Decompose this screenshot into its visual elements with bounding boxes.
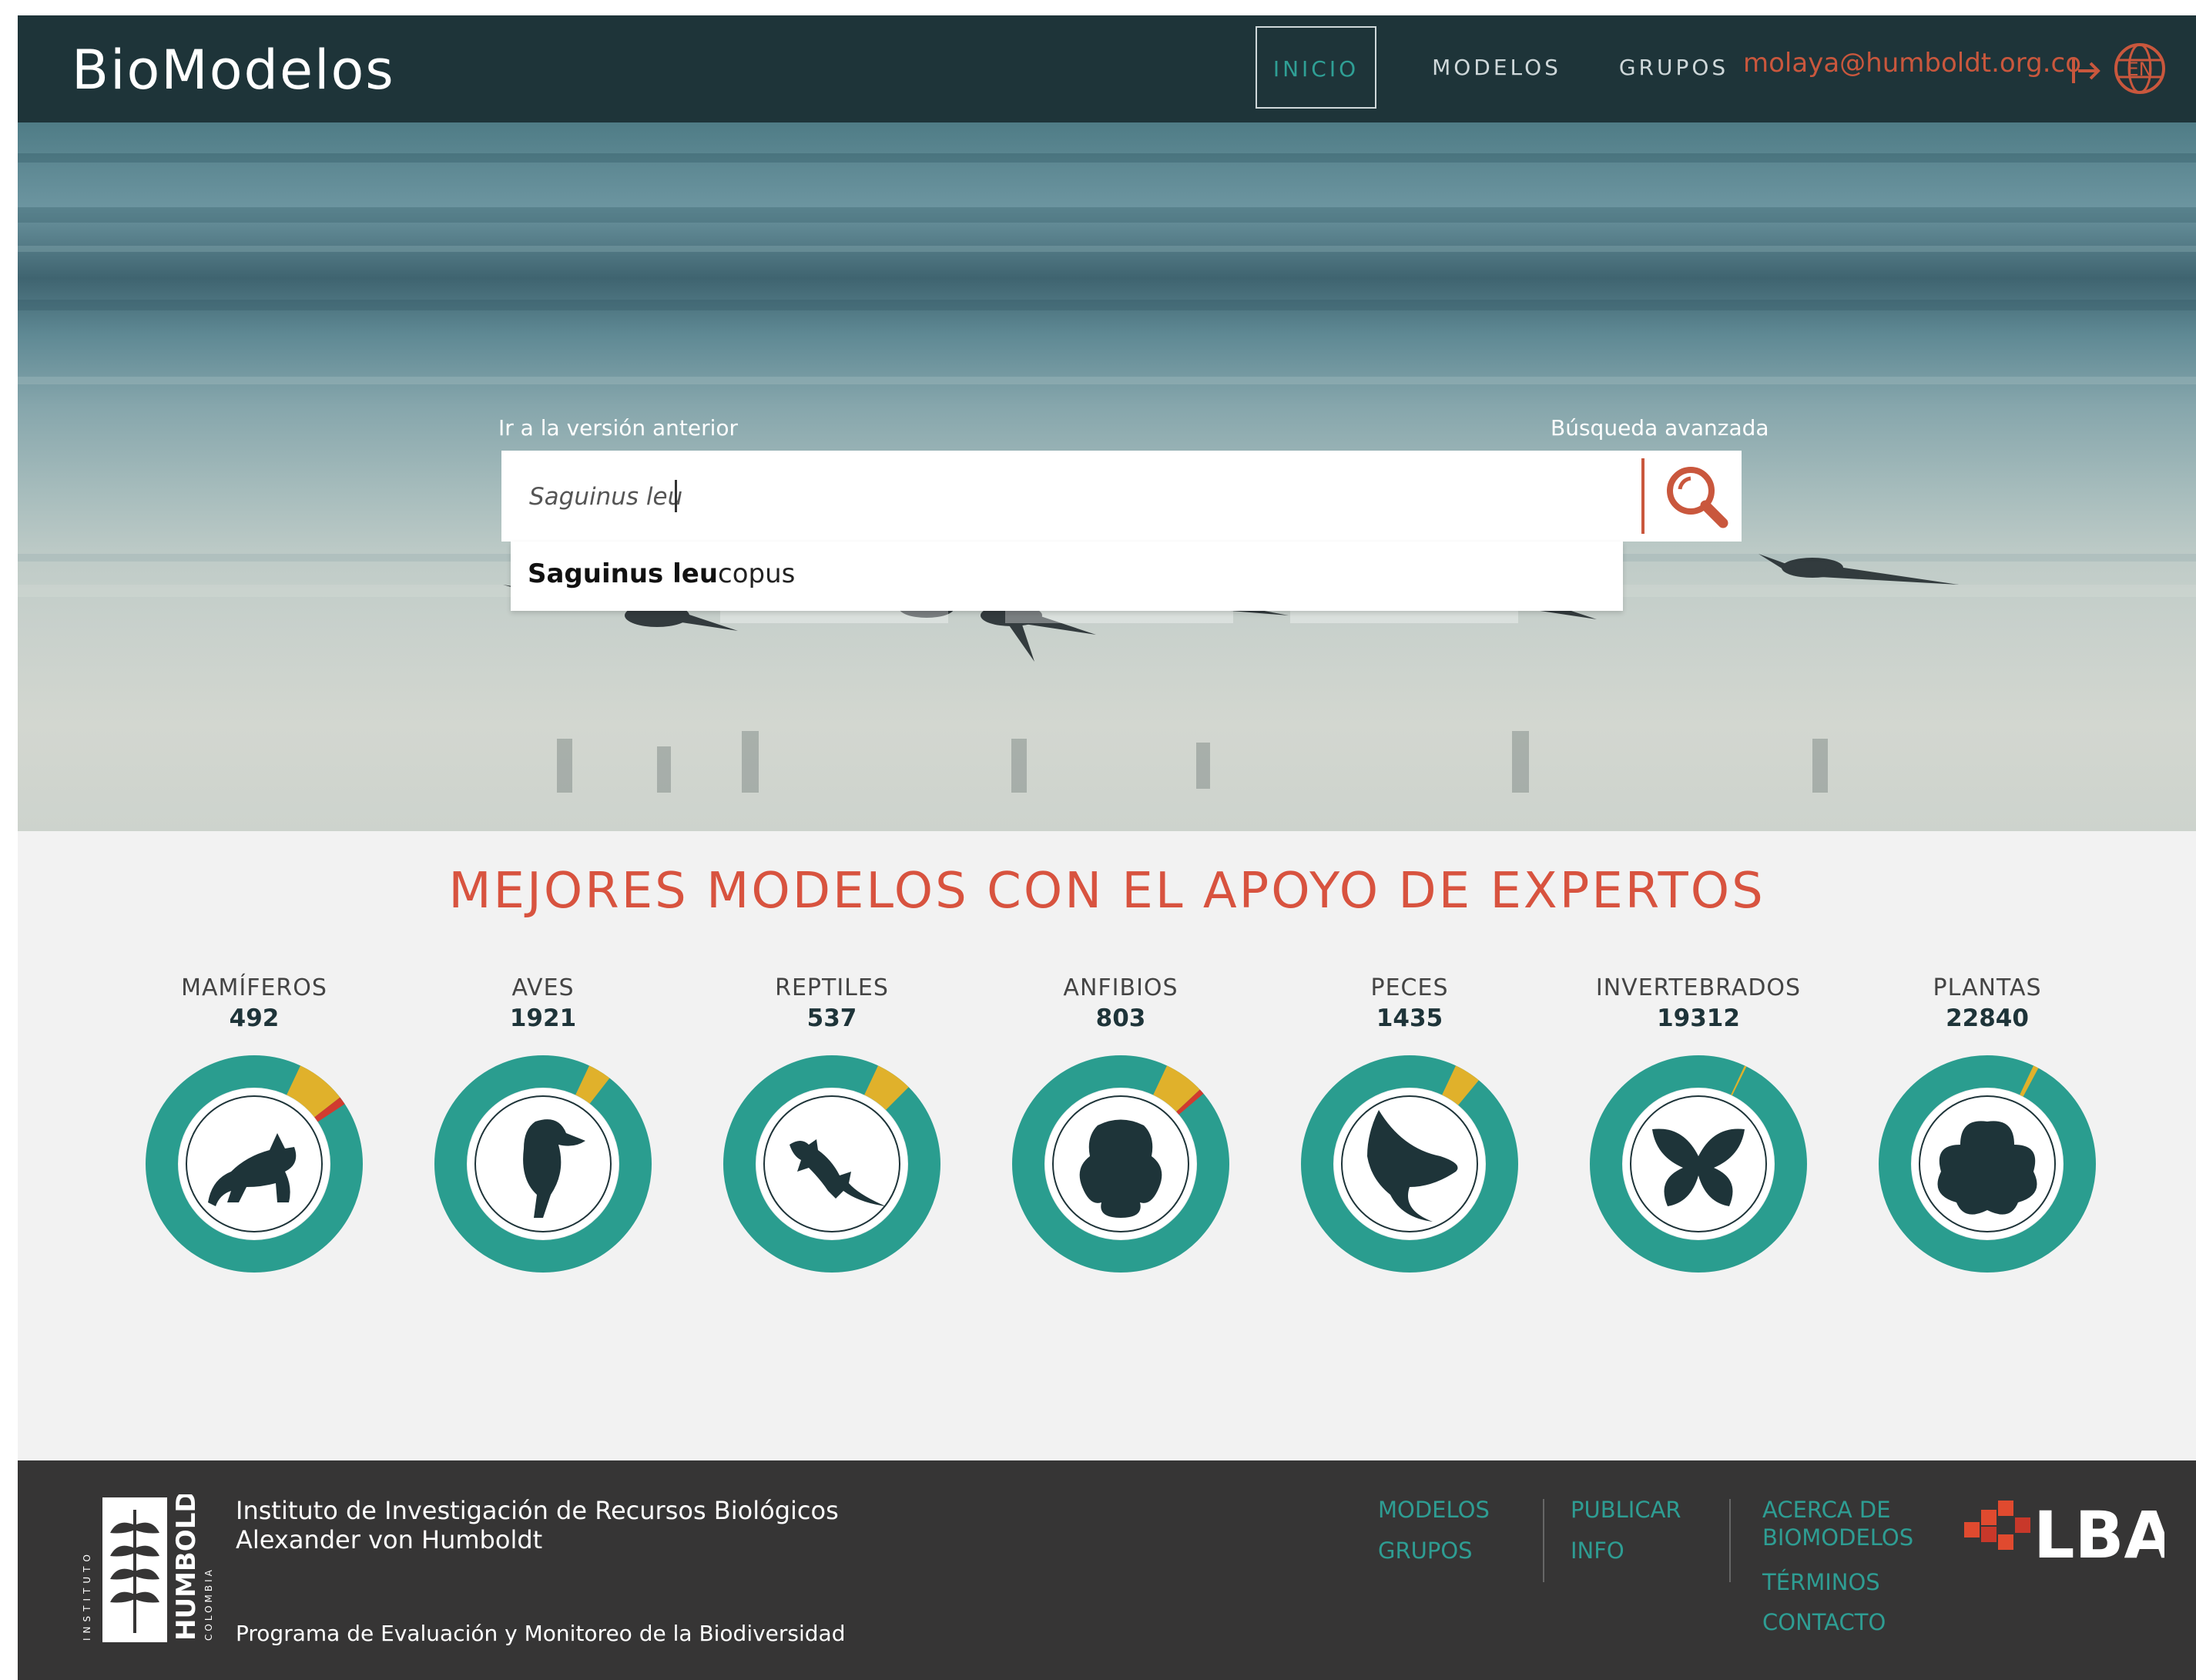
group-count: 537 — [806, 1004, 857, 1032]
nav-modelos[interactable]: MODELOS — [1412, 26, 1581, 109]
donut-approved-segment — [863, 1065, 909, 1111]
group-label-6: INVERTEBRADOS 19312 — [1575, 974, 1822, 1032]
group-count: 22840 — [1946, 1004, 2029, 1032]
group-name: REPTILES — [775, 974, 889, 1001]
globe-language-icon[interactable]: EN — [2113, 42, 2167, 96]
page-frame: BioModelos INICIO MODELOS GRUPOS molaya@… — [18, 15, 2196, 1680]
group-count: 1921 — [509, 1004, 577, 1032]
top-navbar: BioModelos INICIO MODELOS GRUPOS molaya@… — [18, 15, 2196, 122]
species-search-input[interactable] — [528, 451, 1624, 543]
group-name: ANFIBIOS — [1063, 974, 1178, 1001]
group-name: AVES — [511, 974, 575, 1001]
filter-tab-2[interactable] — [1005, 609, 1233, 623]
autocomplete-suggestion[interactable]: Saguinus leucopus — [528, 558, 795, 589]
group-name: PLANTAS — [1933, 974, 2042, 1001]
footer-link-info[interactable]: INFO — [1571, 1537, 1624, 1564]
logout-icon[interactable] — [2070, 55, 2101, 86]
group-donut-6[interactable] — [1590, 1055, 1807, 1273]
search-icon[interactable] — [1657, 458, 1734, 534]
hero-banner: Ir a la versión anterior Búsqueda avanza… — [18, 122, 2196, 831]
donut-approved-segment — [1731, 1065, 1747, 1096]
group-count: 19312 — [1657, 1004, 1740, 1032]
group-label-1: MAMÍFEROS 492 — [131, 974, 377, 1032]
language-label: EN — [2127, 59, 2152, 80]
group-name: PECES — [1370, 974, 1449, 1001]
lba-logo[interactable]: LBA — [1964, 1499, 2164, 1568]
search-divider — [1641, 458, 1644, 534]
nav-inicio[interactable]: INICIO — [1256, 26, 1376, 109]
group-donut-3[interactable] — [723, 1055, 940, 1273]
brand-logo[interactable]: BioModelos — [72, 39, 395, 102]
group-donut-5[interactable] — [1301, 1055, 1518, 1273]
text-caret — [675, 480, 677, 512]
institute-name: Instituto de Investigación de Recursos B… — [236, 1496, 839, 1554]
group-count: 492 — [229, 1004, 280, 1032]
group-label-5: PECES 1435 — [1286, 974, 1533, 1032]
group-donut-2[interactable] — [434, 1055, 652, 1273]
footer-link-acerca[interactable]: ACERCA DE BIOMODELOS — [1762, 1496, 1913, 1551]
filter-tab-3[interactable] — [1290, 609, 1518, 623]
group-label-2: AVES 1921 — [420, 974, 666, 1032]
footer-link-grupos[interactable]: GRUPOS — [1378, 1537, 1473, 1564]
autocomplete-dropdown: Saguinus leucopus — [511, 542, 1623, 611]
group-donut-4[interactable] — [1012, 1055, 1229, 1273]
group-label-3: REPTILES 537 — [709, 974, 955, 1032]
group-name: MAMÍFEROS — [181, 974, 327, 1001]
nav-grupos[interactable]: GRUPOS — [1597, 26, 1751, 109]
donut-pending-segment — [314, 1097, 345, 1122]
footer-divider — [1729, 1499, 1731, 1582]
group-name: INVERTEBRADOS — [1595, 974, 1802, 1001]
advanced-search-link[interactable]: Búsqueda avanzada — [1551, 415, 1769, 441]
group-count: 1435 — [1376, 1004, 1443, 1032]
group-donut-1[interactable] — [146, 1055, 363, 1273]
footer-link-contacto[interactable]: CONTACTO — [1762, 1608, 1886, 1636]
filter-tab-1[interactable] — [720, 609, 948, 623]
donut-approved-segment — [2020, 1065, 2039, 1097]
footer-link-terminos[interactable]: TÉRMINOS — [1762, 1568, 1880, 1596]
group-label-7: PLANTAS 22840 — [1864, 974, 2111, 1032]
footer-divider — [1543, 1499, 1544, 1582]
user-email-link[interactable]: molaya@humboldt.org.co — [1743, 48, 2081, 79]
svg-text:LBA: LBA — [2033, 1499, 2164, 1568]
group-donut-7[interactable] — [1879, 1055, 2096, 1273]
group-label-4: ANFIBIOS 803 — [997, 974, 1244, 1032]
footer-link-publicar[interactable]: PUBLICAR — [1571, 1496, 1681, 1524]
group-count: 803 — [1095, 1004, 1146, 1032]
humboldt-institute-logo[interactable]: INSTITUTO HUMBOLDT COLOMBIA — [79, 1494, 218, 1645]
search-bar — [501, 451, 1742, 543]
footer: INSTITUTO HUMBOLDT COLOMBIA Instituto de… — [18, 1460, 2196, 1680]
donut-pending-segment — [1176, 1089, 1204, 1115]
donut-approved-segment — [1441, 1065, 1479, 1106]
footer-link-modelos[interactable]: MODELOS — [1378, 1496, 1490, 1524]
section-headline: MEJORES MODELOS CON EL APOYO DE EXPERTOS — [448, 863, 1765, 920]
svg-text:COLOMBIA: COLOMBIA — [203, 1567, 214, 1641]
donut-approved-segment — [575, 1065, 610, 1105]
previous-version-link[interactable]: Ir a la versión anterior — [498, 415, 738, 441]
program-name: Programa de Evaluación y Monitoreo de la… — [236, 1621, 846, 1646]
svg-text:INSTITUTO: INSTITUTO — [82, 1550, 92, 1641]
svg-text:HUMBOLDT: HUMBOLDT — [171, 1494, 202, 1641]
donut-approved-segment — [1152, 1065, 1200, 1112]
